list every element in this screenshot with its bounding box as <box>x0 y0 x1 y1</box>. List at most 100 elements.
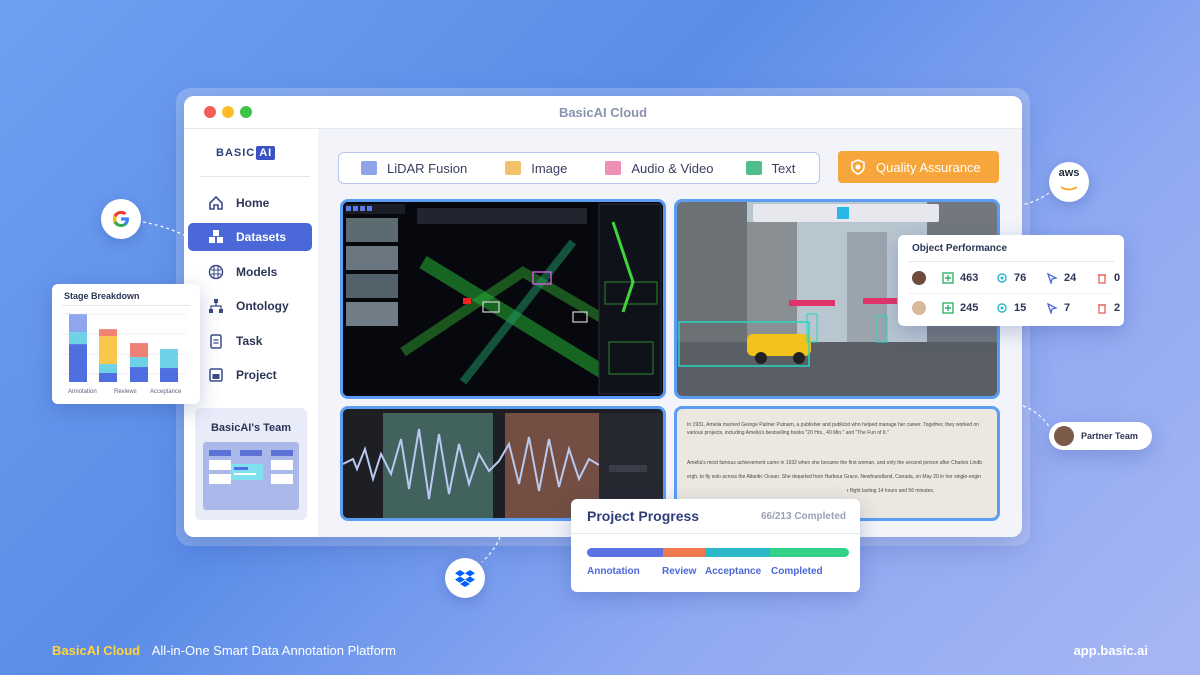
stage-label-annotation: Annotation <box>587 566 640 577</box>
text-line: ergh, to fly solo across the Atlantic Oc… <box>687 474 982 480</box>
brand-logo[interactable]: BASIC AI <box>216 146 276 160</box>
task-icon <box>207 332 225 350</box>
stage-label-review: Review <box>662 566 697 577</box>
card-divider <box>571 533 860 534</box>
footer-brand-name: BasicAI Cloud <box>52 643 141 658</box>
stat-value: 15 <box>1014 302 1027 314</box>
bar-segment <box>99 364 117 374</box>
team-card[interactable]: BasicAI's Team <box>195 408 307 520</box>
avatar <box>912 301 926 315</box>
tab-label: Text <box>771 160 796 176</box>
tab-label: Audio & Video <box>631 160 714 176</box>
stage-breakdown-card: Stage Breakdown Annotation Reviews Accep… <box>52 284 200 404</box>
footer-brand: BasicAI Cloud All-in-One Smart Data Anno… <box>52 643 396 658</box>
bar-segment <box>99 373 117 382</box>
footer-tagline: All-in-One Smart Data Annotation Platfor… <box>151 643 396 658</box>
tab-label: Image <box>531 160 568 176</box>
partner-team-label: Partner Team <box>1081 431 1138 441</box>
delete-icon <box>1098 304 1106 314</box>
project-progress-card: Project Progress 66/213 Completed Annota… <box>571 499 860 592</box>
stat-cell: 2 <box>1096 302 1146 314</box>
logo-text: BASIC <box>216 147 256 159</box>
main-content: LiDAR Fusion Image Audio & Video Text Qu… <box>318 129 1022 537</box>
performance-row: 463 76 24 0 <box>912 267 1146 289</box>
bar-segment <box>99 336 117 365</box>
lidar-fusion-preview[interactable] <box>340 199 666 399</box>
bar-segment <box>160 349 178 369</box>
maximize-window-button[interactable] <box>240 106 252 118</box>
progress-segment <box>704 548 771 557</box>
bar-segment <box>130 367 148 382</box>
progress-segment <box>770 548 849 557</box>
bar-segment <box>130 357 148 368</box>
tab-lidar-fusion[interactable]: LiDAR Fusion <box>361 161 467 176</box>
progress-segment <box>662 548 705 557</box>
stat-cell: 0 <box>1096 272 1146 284</box>
google-badge[interactable] <box>101 199 141 239</box>
progress-bar <box>587 548 849 557</box>
quality-assurance-button[interactable]: Quality Assurance <box>838 151 999 183</box>
text-annotation-sample: In 1931, Amelia married George Palmer Pu… <box>687 421 987 495</box>
object-performance-title: Object Performance <box>912 243 1008 254</box>
row-divider <box>908 293 1114 294</box>
tab-audio-video[interactable]: Audio & Video <box>605 160 714 176</box>
stage-label-acceptance: Acceptance <box>705 566 762 577</box>
footer-url[interactable]: app.basic.ai <box>1074 643 1148 658</box>
datasets-icon <box>207 228 225 246</box>
sidebar-item-models[interactable]: Models <box>188 258 312 286</box>
stage-breakdown-chart <box>62 313 186 382</box>
dropbox-icon <box>455 570 475 587</box>
aws-badge[interactable]: aws <box>1049 162 1089 202</box>
team-card-title: BasicAI's Team <box>210 422 292 434</box>
shield-check-icon <box>851 159 865 175</box>
team-board-illustration <box>203 442 299 510</box>
models-icon <box>207 263 225 281</box>
axis-label-acceptance: Acceptance <box>150 389 182 395</box>
text-line: Amelia's most famous achievement came in… <box>687 460 983 466</box>
stat-value: 7 <box>1064 302 1071 314</box>
close-window-button[interactable] <box>204 106 216 118</box>
cursor-edit-icon <box>1046 272 1058 284</box>
lidar-point-cloud-visual <box>343 202 663 396</box>
sidebar-item-label: Datasets <box>236 230 287 244</box>
sidebar-item-label: Models <box>236 265 278 279</box>
sidebar-item-label: Ontology <box>236 299 289 313</box>
quality-assurance-label: Quality Assurance <box>876 159 981 175</box>
sidebar-item-datasets[interactable]: Datasets <box>188 223 312 251</box>
aws-icon: aws <box>1058 167 1080 196</box>
partner-team-badge[interactable]: Partner Team <box>1049 422 1152 450</box>
stat-cell: 24 <box>1046 272 1096 284</box>
aws-text: aws <box>1058 167 1080 179</box>
sidebar-item-label: Home <box>236 196 270 210</box>
stat-value: 2 <box>1114 302 1121 314</box>
bar-segment <box>99 329 117 337</box>
bar-segment <box>69 332 87 345</box>
ontology-icon <box>207 297 225 315</box>
minimize-window-button[interactable] <box>222 106 234 118</box>
sidebar-item-project[interactable]: Project <box>188 361 312 389</box>
sidebar-item-task[interactable]: Task <box>188 327 312 355</box>
title-bar: BasicAI Cloud <box>184 96 1022 129</box>
axis-label-reviews: Reviews <box>114 389 137 395</box>
tab-text[interactable]: Text <box>745 160 796 176</box>
google-icon <box>112 210 129 227</box>
stat-cell: 76 <box>996 272 1046 284</box>
folder-icon <box>505 161 522 175</box>
focus-icon <box>997 273 1007 283</box>
dropbox-badge[interactable] <box>445 558 485 598</box>
delete-icon <box>1098 274 1106 284</box>
text-line: In 1931, Amelia married George Palmer Pu… <box>687 422 980 428</box>
stat-cell: 7 <box>1046 302 1096 314</box>
focus-icon <box>997 303 1007 313</box>
project-icon <box>207 366 225 384</box>
sidebar-item-home[interactable]: Home <box>188 189 312 217</box>
performance-row: 245 15 7 2 <box>912 297 1146 319</box>
tab-image[interactable]: Image <box>505 161 567 176</box>
card-divider <box>908 261 1114 262</box>
stat-cell: 15 <box>996 302 1046 314</box>
sidebar-item-label: Project <box>236 368 277 382</box>
text-line: various projects, including Amelia's bes… <box>687 430 889 436</box>
avatar <box>1054 426 1074 446</box>
axis-label-annotation: Annotation <box>68 389 97 395</box>
sidebar-item-ontology[interactable]: Ontology <box>188 292 312 320</box>
